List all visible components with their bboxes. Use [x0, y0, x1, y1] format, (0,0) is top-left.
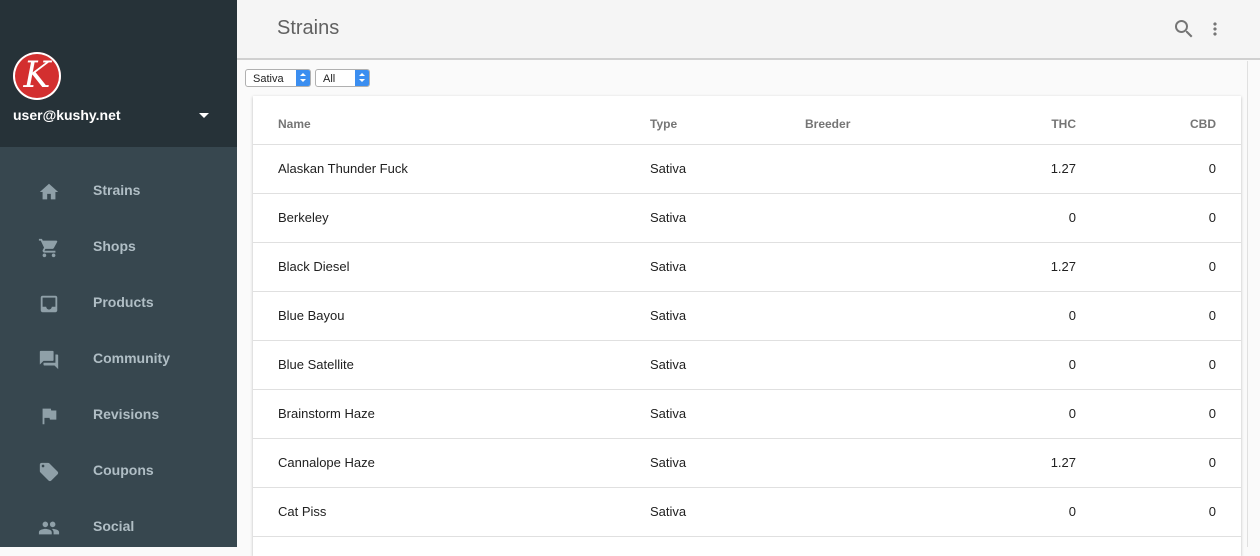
cell-thc: 0: [1068, 210, 1076, 225]
scope-filter-select[interactable]: All: [315, 69, 370, 87]
column-header-breeder[interactable]: Breeder: [805, 117, 850, 131]
cell-type: Sativa: [650, 357, 687, 372]
cell-type: Sativa: [650, 308, 687, 323]
type-filter-value: Sativa: [253, 73, 284, 85]
table-row[interactable]: Cat Piss Sativa 0 0: [253, 488, 1241, 537]
sidebar-item-label: Products: [93, 294, 154, 310]
cell-cbd: 0: [1208, 161, 1216, 176]
cell-cbd: 0: [1208, 308, 1216, 323]
cell-name: Blue Satellite: [278, 357, 354, 372]
cell-type: Sativa: [650, 406, 687, 421]
sidebar-header: K user@kushy.net: [0, 0, 237, 147]
sidebar-item-label: Coupons: [93, 462, 154, 478]
cell-thc: 0: [1068, 357, 1076, 372]
cell-name: Brainstorm Haze: [278, 406, 375, 421]
cell-thc: 1.27: [1050, 455, 1076, 470]
cell-thc: 1.27: [1050, 259, 1076, 274]
type-filter-select[interactable]: Sativa: [245, 69, 311, 87]
top-app-bar: Strains: [237, 0, 1260, 60]
forum-icon: [38, 349, 60, 371]
sidebar-item-label: Strains: [93, 182, 141, 198]
sidebar-item-label: Shops: [93, 238, 136, 254]
cell-cbd: 0: [1208, 259, 1216, 274]
sidebar-item-label: Social: [93, 518, 135, 534]
cell-name: Berkeley: [278, 210, 329, 225]
table-row[interactable]: Alaskan Thunder Fuck Sativa 1.27 0: [253, 145, 1241, 194]
sidebar-item-label: Revisions: [93, 406, 160, 422]
cell-thc: 1.27: [1050, 161, 1076, 176]
column-header-thc[interactable]: THC: [1051, 117, 1076, 131]
cell-cbd: 0: [1208, 210, 1216, 225]
search-icon[interactable]: [1172, 17, 1196, 41]
cell-type: Sativa: [650, 504, 687, 519]
cell-type: Sativa: [650, 210, 687, 225]
cell-thc: 0: [1068, 406, 1076, 421]
cell-thc: 0: [1068, 504, 1076, 519]
cell-thc: 0: [1068, 308, 1076, 323]
sidebar-nav: Strains Shops Products Community Revisio…: [0, 163, 237, 555]
column-header-type[interactable]: Type: [650, 117, 677, 131]
sidebar-item-revisions[interactable]: Revisions: [0, 387, 237, 443]
user-email[interactable]: user@kushy.net: [13, 107, 121, 123]
sidebar-item-community[interactable]: Community: [0, 331, 237, 387]
column-header-name[interactable]: Name: [278, 117, 311, 131]
sidebar: K user@kushy.net Strains Shops Products: [0, 0, 237, 547]
table-row[interactable]: Blue Bayou Sativa 0 0: [253, 292, 1241, 341]
cell-cbd: 0: [1208, 504, 1216, 519]
more-vert-icon[interactable]: [1205, 17, 1225, 41]
tag-icon: [38, 461, 60, 483]
select-arrows-icon: [296, 70, 310, 86]
cell-cbd: 0: [1208, 455, 1216, 470]
scope-filter-value: All: [323, 73, 336, 85]
page-title: Strains: [277, 17, 340, 39]
kushy-logo[interactable]: K: [13, 52, 61, 100]
scrollbar-track[interactable]: [1247, 61, 1248, 547]
cell-name: Blue Bayou: [278, 308, 345, 323]
table-header-row: Name Type Breeder THC CBD: [253, 96, 1241, 145]
home-icon: [38, 181, 60, 203]
sidebar-item-label: Community: [93, 350, 170, 366]
table-row[interactable]: Brainstorm Haze Sativa 0 0: [253, 390, 1241, 439]
cell-type: Sativa: [650, 455, 687, 470]
inbox-icon: [38, 293, 60, 315]
cell-type: Sativa: [650, 161, 687, 176]
strains-table: Name Type Breeder THC CBD Alaskan Thunde…: [253, 96, 1241, 556]
cart-icon: [38, 237, 60, 259]
table-row[interactable]: Blue Satellite Sativa 0 0: [253, 341, 1241, 390]
table-row[interactable]: Black Diesel Sativa 1.27 0: [253, 243, 1241, 292]
cell-cbd: 0: [1208, 406, 1216, 421]
table-row[interactable]: Cannalope Haze Sativa 1.27 0: [253, 439, 1241, 488]
table-row[interactable]: Berkeley Sativa 0 0: [253, 194, 1241, 243]
cell-type: Sativa: [650, 259, 687, 274]
sidebar-item-shops[interactable]: Shops: [0, 219, 237, 275]
column-header-cbd[interactable]: CBD: [1190, 117, 1216, 131]
cell-cbd: 0: [1208, 357, 1216, 372]
cell-name: Cat Piss: [278, 504, 327, 519]
sidebar-item-strains[interactable]: Strains: [0, 163, 237, 219]
sidebar-item-coupons[interactable]: Coupons: [0, 443, 237, 499]
account-dropdown-caret-icon[interactable]: [199, 113, 209, 118]
people-icon: [38, 517, 60, 539]
sidebar-item-products[interactable]: Products: [0, 275, 237, 331]
cell-name: Cannalope Haze: [278, 455, 375, 470]
cell-name: Alaskan Thunder Fuck: [278, 161, 408, 176]
cell-name: Black Diesel: [278, 259, 350, 274]
flag-icon: [38, 405, 60, 427]
select-arrows-icon: [355, 70, 369, 86]
